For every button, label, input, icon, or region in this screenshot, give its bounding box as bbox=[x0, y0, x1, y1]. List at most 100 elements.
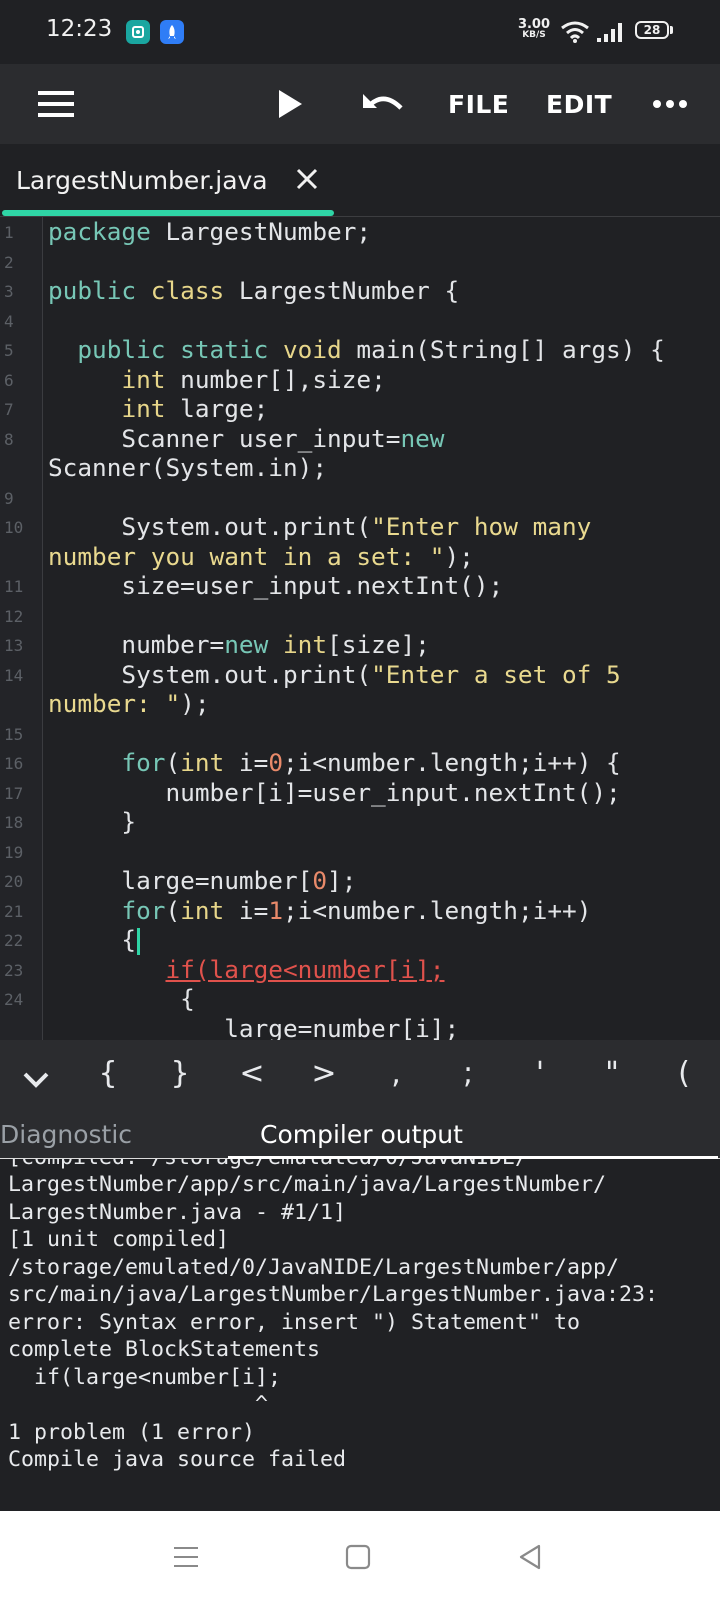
line-number: 23 bbox=[4, 961, 24, 980]
code-line: 24 { bbox=[4, 984, 195, 1013]
output-line: /storage/emulated/0/JavaNIDE/LargestNumb… bbox=[8, 1255, 620, 1280]
code-line: 15 bbox=[0, 719, 720, 749]
output-line: LargestNumber.java - #1/1] bbox=[8, 1200, 347, 1225]
file-tab-bar: LargestNumber.java bbox=[0, 144, 720, 217]
more-horizontal-icon bbox=[653, 100, 687, 108]
net-speed-unit: KB/S bbox=[522, 30, 546, 40]
line-number: 24 bbox=[4, 990, 24, 1009]
code-line: 20 large=number[0]; bbox=[4, 866, 357, 895]
line-number: 21 bbox=[4, 902, 24, 921]
code-line: 12 bbox=[0, 601, 720, 631]
line-number: 18 bbox=[4, 813, 24, 832]
line-number: 2 bbox=[4, 253, 14, 272]
output-line: Compile java source failed bbox=[8, 1447, 347, 1472]
text-cursor bbox=[137, 927, 141, 955]
back-triangle-icon bbox=[519, 1544, 541, 1570]
code-line: 19 bbox=[0, 837, 720, 867]
code-line-wrap: Scanner(System.in); bbox=[48, 453, 328, 482]
edit-menu-button[interactable]: EDIT bbox=[546, 84, 612, 124]
symbol-key[interactable]: ( bbox=[664, 1056, 704, 1091]
symbol-key[interactable]: , bbox=[376, 1056, 416, 1091]
square-icon bbox=[345, 1544, 371, 1570]
file-tab[interactable]: LargestNumber.java bbox=[0, 144, 334, 216]
close-tab-button[interactable] bbox=[292, 162, 322, 196]
line-number: 19 bbox=[4, 843, 24, 862]
symbol-key[interactable]: " bbox=[592, 1056, 632, 1091]
line-number: 9 bbox=[4, 489, 14, 508]
code-line: 4 bbox=[0, 306, 720, 336]
collapse-keyboard-button[interactable] bbox=[16, 1060, 56, 1100]
back-button[interactable] bbox=[508, 1535, 552, 1579]
line-number: 17 bbox=[4, 784, 24, 803]
symbol-key[interactable]: ' bbox=[520, 1056, 560, 1091]
output-line: [compiled: /storage/emulated/0/JavaNIDE/ bbox=[8, 1159, 528, 1170]
undo-button[interactable] bbox=[358, 82, 408, 126]
code-line: 22 { bbox=[0, 925, 720, 955]
code-line-wrap: number: "); bbox=[48, 689, 210, 718]
wifi-icon bbox=[560, 20, 590, 48]
line-number: 13 bbox=[4, 636, 24, 655]
undo-icon bbox=[363, 94, 403, 110]
file-tab-label: LargestNumber.java bbox=[16, 166, 268, 195]
more-options-button[interactable] bbox=[648, 84, 692, 124]
network-speed: 3.00 KB/S bbox=[516, 18, 552, 40]
symbol-key[interactable]: { bbox=[88, 1056, 128, 1091]
output-line: 1 problem (1 error) bbox=[8, 1420, 256, 1445]
line-number: 16 bbox=[4, 754, 24, 773]
tab-compiler-output[interactable]: Compiler output bbox=[260, 1120, 463, 1149]
toolbar: FILE EDIT bbox=[0, 64, 720, 144]
chevron-down-icon bbox=[23, 1072, 49, 1088]
code-line: 8 Scanner user_input=new bbox=[4, 424, 445, 453]
menu-button[interactable] bbox=[30, 84, 82, 124]
code-line: 14 System.out.print("Enter a set of 5 bbox=[4, 660, 621, 689]
status-bar: 12:23 3.00 KB/S 28 bbox=[0, 0, 720, 64]
line-number: 14 bbox=[4, 666, 24, 685]
symbol-key[interactable]: > bbox=[304, 1056, 344, 1091]
output-line: error: Syntax error, insert ") Statement… bbox=[8, 1310, 581, 1335]
signal-icon bbox=[596, 22, 626, 48]
symbol-bar: { } < > , ; ' " ( bbox=[0, 1040, 720, 1116]
active-tab-indicator bbox=[2, 210, 334, 216]
tab-diagnostic[interactable]: Diagnostic bbox=[0, 1120, 132, 1149]
symbol-key[interactable]: ; bbox=[448, 1056, 488, 1091]
code-line: large=number[i]; bbox=[48, 1014, 460, 1040]
output-line: LargestNumber/app/src/main/java/LargestN… bbox=[8, 1172, 607, 1197]
run-button[interactable] bbox=[268, 82, 312, 126]
code-line: 1 package LargestNumber; bbox=[4, 217, 372, 246]
app-notification-icon bbox=[126, 20, 150, 44]
line-number: 3 bbox=[4, 282, 14, 301]
line-number: 22 bbox=[4, 931, 24, 950]
code-line: 3 public class LargestNumber { bbox=[4, 276, 460, 305]
code-line: 5 public static void main(String[] args)… bbox=[4, 335, 665, 364]
code-line: 10 System.out.print("Enter how many bbox=[4, 512, 592, 541]
battery-tip bbox=[670, 26, 673, 34]
line-number: 15 bbox=[4, 725, 24, 744]
code-line: 2 bbox=[0, 247, 720, 277]
output-line: src/main/java/LargestNumber/LargestNumbe… bbox=[8, 1282, 659, 1307]
code-editor[interactable]: 1 package LargestNumber; 2 3 public clas… bbox=[0, 217, 720, 1040]
rocket-notification-icon bbox=[160, 20, 184, 44]
symbol-key[interactable]: } bbox=[160, 1056, 200, 1091]
compiler-output-panel[interactable]: [compiled: /storage/emulated/0/JavaNIDE/… bbox=[0, 1159, 720, 1511]
code-line: 16 for(int i=0;i<number.length;i++) { bbox=[4, 748, 621, 777]
code-line: 21 for(int i=1;i<number.length;i++) bbox=[4, 896, 592, 925]
recent-apps-button[interactable] bbox=[164, 1535, 208, 1579]
file-menu-button[interactable]: FILE bbox=[448, 84, 509, 124]
code-line: 23 if(large<number[i]; bbox=[0, 955, 720, 985]
output-line: [1 unit compiled] bbox=[8, 1227, 230, 1252]
line-number: 12 bbox=[4, 607, 24, 626]
code-line: 11 size=user_input.nextInt(); bbox=[4, 571, 504, 600]
line-number: 4 bbox=[4, 312, 14, 331]
line-number: 7 bbox=[4, 400, 14, 419]
output-line: if(large<number[i]; bbox=[8, 1365, 282, 1390]
code-line: 7 int large; bbox=[4, 394, 269, 423]
line-number: 8 bbox=[4, 430, 14, 449]
close-icon bbox=[296, 168, 318, 190]
battery-icon: 28 bbox=[635, 21, 669, 39]
line-number: 10 bbox=[4, 518, 24, 537]
line-number: 20 bbox=[4, 872, 24, 891]
syntax-error-highlight: if(large<number[i]; bbox=[165, 955, 445, 984]
home-button[interactable] bbox=[336, 1535, 380, 1579]
symbol-key[interactable]: < bbox=[232, 1056, 272, 1091]
line-number: 11 bbox=[4, 577, 24, 596]
